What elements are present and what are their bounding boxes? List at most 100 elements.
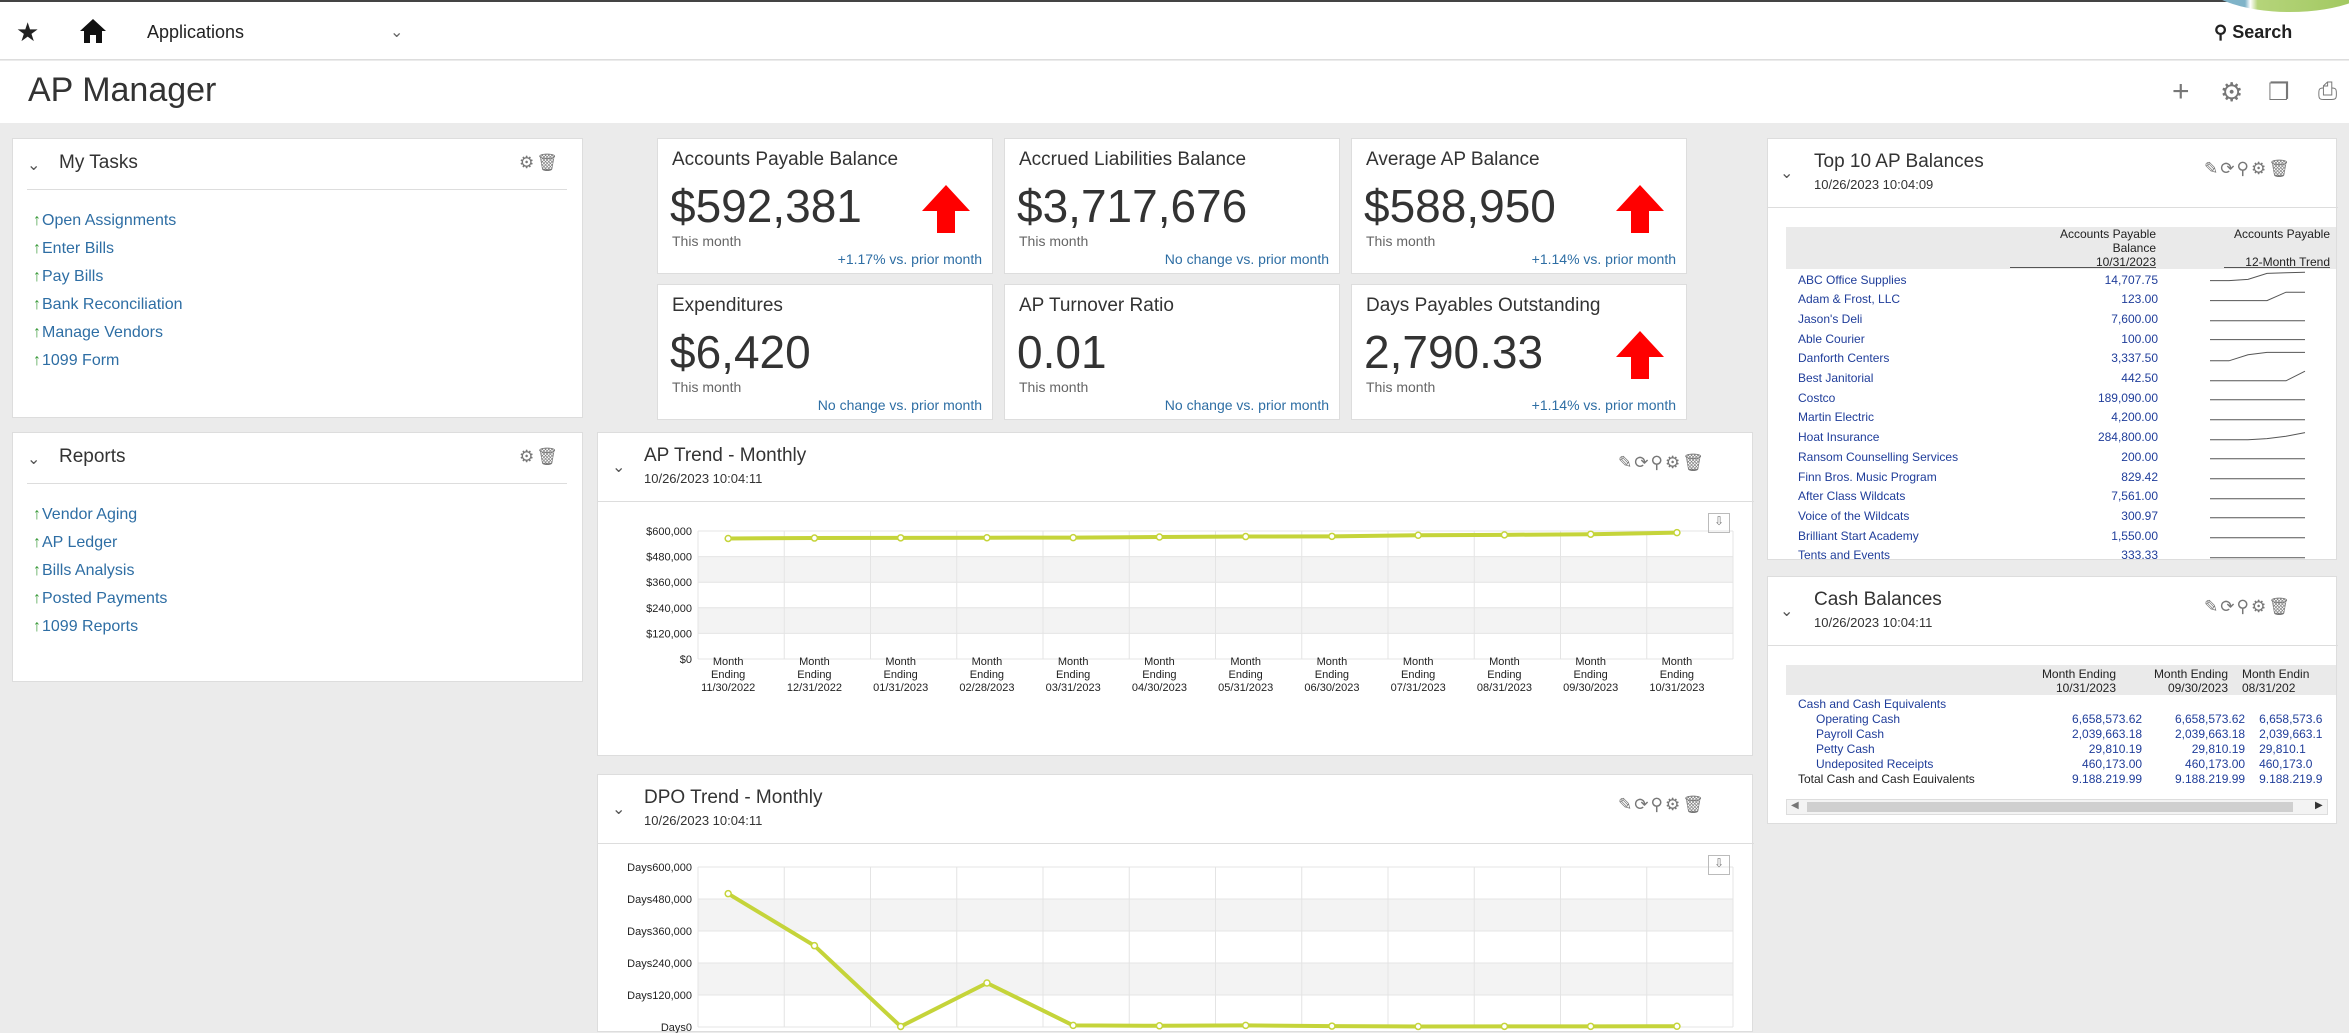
kpi-title: Accrued Liabilities Balance [1019, 149, 1247, 170]
task-link[interactable]: Pay Bills [33, 263, 183, 291]
table-row[interactable]: Best Janitorial 442.50 [1798, 369, 2308, 389]
kpi-card[interactable]: Days Payables Outstanding 2,790.33 This … [1351, 284, 1687, 420]
table-row[interactable]: Jason's Deli 7,600.00 [1798, 309, 2308, 329]
table-row[interactable]: Danforth Centers 3,337.50 [1798, 349, 2308, 369]
table-row[interactable]: Tents and Events 333.33 [1798, 546, 2308, 566]
vendor-name[interactable]: Voice of the Wildcats [1798, 506, 2028, 526]
task-link[interactable]: Enter Bills [33, 235, 183, 263]
task-link[interactable]: Open Assignments [33, 207, 183, 235]
vendor-name[interactable]: Hoat Insurance [1798, 428, 2028, 448]
search-icon[interactable]: ⚲ [1651, 795, 1665, 814]
export-icon[interactable]: ⇩ [1708, 855, 1730, 875]
vendor-name[interactable]: Costco [1798, 388, 2028, 408]
table-row[interactable]: Martin Electric 4,200.00 [1798, 408, 2308, 428]
report-link[interactable]: Posted Payments [33, 585, 167, 613]
table-row[interactable]: Able Courier 100.00 [1798, 329, 2308, 349]
horizontal-scrollbar[interactable]: ◀ ▶ [1786, 799, 2328, 815]
print-icon[interactable]: ⎙ [2318, 78, 2337, 106]
task-link[interactable]: Manage Vendors [33, 319, 183, 347]
refresh-icon[interactable]: ⟳ [2220, 597, 2236, 616]
table-row[interactable]: Costco 189,090.00 [1798, 388, 2308, 408]
trash-icon[interactable]: 🗑 [2268, 597, 2292, 616]
chevron-down-icon[interactable]: ⌄ [612, 799, 625, 819]
gear-icon[interactable]: ⚙ [519, 447, 536, 466]
trash-icon[interactable]: 🗑 [536, 153, 560, 172]
cash-value [2039, 697, 2142, 712]
report-link[interactable]: 1099 Reports [33, 613, 167, 641]
report-link[interactable]: Vendor Aging [33, 501, 167, 529]
search-icon[interactable]: ⚲ [2237, 597, 2251, 616]
chevron-down-icon[interactable]: ⌄ [390, 22, 403, 42]
gear-icon[interactable]: ⚙ [2251, 597, 2268, 616]
vendor-name[interactable]: After Class Wildcats [1798, 487, 2028, 507]
kpi-card[interactable]: Accounts Payable Balance $592,381 This m… [657, 138, 993, 274]
kpi-change: +1.14% vs. prior month [1531, 251, 1676, 267]
task-link[interactable]: Bank Reconciliation [33, 291, 183, 319]
gear-icon[interactable]: ⚙ [1665, 795, 1682, 814]
copy-icon[interactable]: ❐ [2268, 78, 2290, 107]
gear-icon[interactable]: ⚙ [2251, 159, 2268, 178]
kpi-card[interactable]: Expenditures $6,420 This month No change… [657, 284, 993, 420]
vendor-name[interactable]: Ransom Counselling Services [1798, 447, 2028, 467]
vendor-name[interactable]: Finn Bros. Music Program [1798, 467, 2028, 487]
pencil-icon[interactable]: ✎ [1618, 795, 1634, 814]
pencil-icon[interactable]: ✎ [2204, 597, 2220, 616]
refresh-icon[interactable]: ⟳ [1634, 453, 1650, 472]
scroll-right-icon[interactable]: ▶ [2315, 800, 2323, 811]
vendor-name[interactable]: Martin Electric [1798, 408, 2028, 428]
scroll-thumb[interactable] [1807, 802, 2293, 812]
vendor-name[interactable]: Best Janitorial [1798, 369, 2028, 389]
divider [27, 189, 567, 190]
vendor-name[interactable]: Tents and Events [1798, 546, 2028, 566]
table-row[interactable]: Brilliant Start Academy 1,550.00 [1798, 526, 2308, 546]
kpi-value: $588,950 [1364, 180, 1556, 232]
star-icon[interactable]: ★ [16, 17, 39, 47]
chevron-down-icon[interactable]: ⌄ [1780, 601, 1793, 621]
chevron-down-icon[interactable]: ⌄ [27, 155, 40, 175]
gear-icon[interactable]: ⚙ [519, 153, 536, 172]
trash-icon[interactable]: 🗑 [1682, 453, 1706, 472]
trash-icon[interactable]: 🗑 [536, 447, 560, 466]
export-icon[interactable]: ⇩ [1708, 513, 1730, 533]
vendor-name[interactable]: Able Courier [1798, 329, 2028, 349]
pencil-icon[interactable]: ✎ [2204, 159, 2220, 178]
chevron-down-icon[interactable]: ⌄ [612, 457, 625, 477]
table-row[interactable]: Hoat Insurance 284,800.00 [1798, 428, 2308, 448]
report-link[interactable]: Bills Analysis [33, 557, 167, 585]
table-row[interactable]: Finn Bros. Music Program 829.42 [1798, 467, 2308, 487]
task-link[interactable]: 1099 Form [33, 347, 183, 375]
refresh-icon[interactable]: ⟳ [2220, 159, 2236, 178]
table-row[interactable]: ABC Office Supplies 14,707.75 [1798, 270, 2308, 290]
table-row[interactable]: Adam & Frost, LLC 123.00 [1798, 290, 2308, 310]
kpi-card[interactable]: AP Turnover Ratio 0.01 This month No cha… [1004, 284, 1340, 420]
search-button[interactable]: ⚲ Search [2214, 22, 2292, 43]
sparkline [2210, 517, 2305, 519]
trash-icon[interactable]: 🗑 [2268, 159, 2292, 178]
trash-icon[interactable]: 🗑 [1682, 795, 1706, 814]
refresh-icon[interactable]: ⟳ [1634, 795, 1650, 814]
report-link[interactable]: AP Ledger [33, 529, 167, 557]
pencil-icon[interactable]: ✎ [1618, 453, 1634, 472]
search-icon[interactable]: ⚲ [1651, 453, 1665, 472]
x-tick-label: Month [1575, 656, 1606, 668]
table-row[interactable]: Voice of the Wildcats 300.97 [1798, 506, 2308, 526]
vendor-name[interactable]: Danforth Centers [1798, 349, 2028, 369]
search-icon[interactable]: ⚲ [2237, 159, 2251, 178]
chevron-down-icon[interactable]: ⌄ [1780, 163, 1793, 183]
kpi-card[interactable]: Accrued Liabilities Balance $3,717,676 T… [1004, 138, 1340, 274]
vendor-name[interactable]: Adam & Frost, LLC [1798, 290, 2028, 310]
add-icon[interactable]: + [2172, 75, 2190, 109]
vendor-name[interactable]: ABC Office Supplies [1798, 270, 2028, 290]
home-icon[interactable] [78, 17, 108, 51]
chevron-down-icon[interactable]: ⌄ [27, 449, 40, 469]
table-row[interactable]: Ransom Counselling Services 200.00 [1798, 447, 2308, 467]
kpi-card[interactable]: Average AP Balance $588,950 This month +… [1351, 138, 1687, 274]
gear-icon[interactable]: ⚙ [1665, 453, 1682, 472]
gear-icon[interactable]: ⚙ [2220, 77, 2243, 108]
x-tick-label: 05/31/2023 [1218, 682, 1273, 694]
vendor-name[interactable]: Brilliant Start Academy [1798, 526, 2028, 546]
table-row[interactable]: After Class Wildcats 7,561.00 [1798, 487, 2308, 507]
scroll-left-icon[interactable]: ◀ [1791, 800, 1799, 811]
applications-menu[interactable]: Applications [147, 22, 244, 43]
vendor-name[interactable]: Jason's Deli [1798, 309, 2028, 329]
